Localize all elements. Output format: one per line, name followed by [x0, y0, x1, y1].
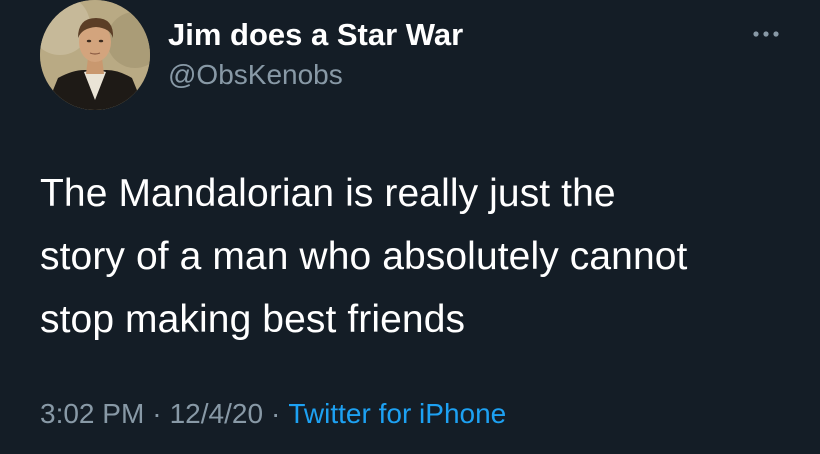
- more-options-icon: [753, 31, 779, 37]
- tweet-text: The Mandalorian is really just the story…: [40, 162, 800, 351]
- tweet-text-line: The Mandalorian is really just the: [40, 172, 616, 215]
- tweet-text-line: stop making best friends: [40, 298, 466, 341]
- tweet: Jim does a Star War @ObsKenobs The Manda…: [0, 0, 820, 454]
- meta-separator: ·: [152, 398, 162, 429]
- author-display-name[interactable]: Jim does a Star War: [168, 16, 463, 54]
- tweet-date[interactable]: 12/4/20: [170, 398, 263, 429]
- tweet-text-line: story of a man who absolutely cannot: [40, 235, 688, 278]
- tweet-source-link[interactable]: Twitter for iPhone: [288, 398, 506, 429]
- profile-photo-icon: [40, 0, 150, 110]
- tweet-time[interactable]: 3:02 PM: [40, 398, 144, 429]
- tweet-meta: 3:02 PM · 12/4/20 · Twitter for iPhone: [40, 394, 506, 434]
- author-avatar[interactable]: [40, 0, 150, 110]
- meta-separator: ·: [271, 398, 281, 429]
- author-handle[interactable]: @ObsKenobs: [168, 58, 343, 92]
- more-options-button[interactable]: [750, 26, 782, 42]
